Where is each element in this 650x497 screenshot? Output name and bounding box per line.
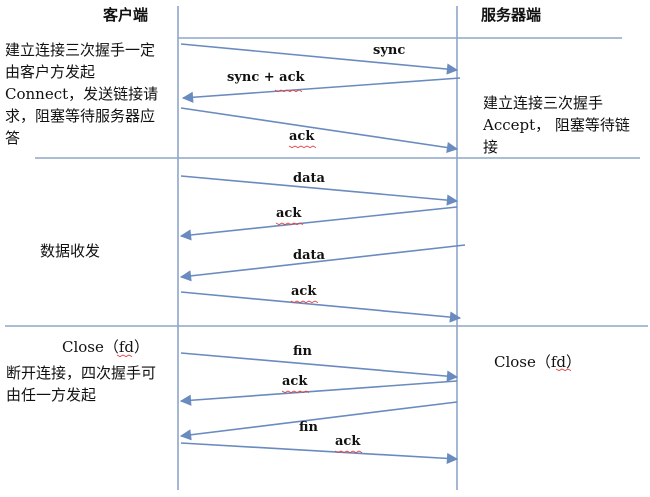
- message-label: sync + ack: [227, 70, 305, 85]
- message-label: fin: [293, 344, 312, 359]
- server-header: 服务器端: [481, 6, 542, 24]
- transfer-client-note: 数据收发: [40, 242, 101, 260]
- message-arrow-handshake-sync: [180, 43, 459, 75]
- message-label: ack: [282, 374, 308, 389]
- client-header: 客户端: [103, 6, 149, 24]
- spellcheck-squiggle: [290, 300, 319, 304]
- message-label: ack: [335, 434, 361, 449]
- message-arrow-transfer-ack: [179, 206, 458, 241]
- message-arrow-teardown-fin: [180, 352, 459, 382]
- message-label: ack: [291, 284, 317, 299]
- message-label: fin: [299, 420, 318, 435]
- message-label: sync: [373, 43, 406, 58]
- message-arrow-handshake-ack: [180, 107, 459, 154]
- teardown-client-note: 断开连接，四次握手可由任一方发起: [6, 364, 157, 404]
- teardown-server-call: Close（fd）: [494, 353, 582, 371]
- tcp-sequence-diagram: 客户端 服务器端 建立连接三次握手一定由客户方发起Connect，发送链接请求，…: [0, 0, 650, 497]
- handshake-server-note: 建立连接三次握手Accept， 阻塞等待链接: [483, 94, 630, 156]
- message-arrow-transfer-ack: [180, 291, 462, 323]
- message-label: data: [293, 171, 325, 186]
- spellcheck-squiggle: [288, 145, 317, 149]
- message-label: ack: [276, 206, 302, 221]
- handshake-client-note: 建立连接三次握手一定由客户方发起Connect，发送链接请求，阻塞等待服务器应答: [5, 41, 159, 147]
- message-label: data: [293, 248, 325, 263]
- message-arrow-teardown-fin: [179, 401, 458, 441]
- message-arrow-teardown-ack: [180, 442, 459, 465]
- message-arrow-teardown-ack: [179, 380, 458, 406]
- message-arrow-handshake-syncack: [181, 77, 461, 103]
- message-label: ack: [289, 129, 315, 144]
- teardown-client-call: Close（fd）: [62, 338, 150, 356]
